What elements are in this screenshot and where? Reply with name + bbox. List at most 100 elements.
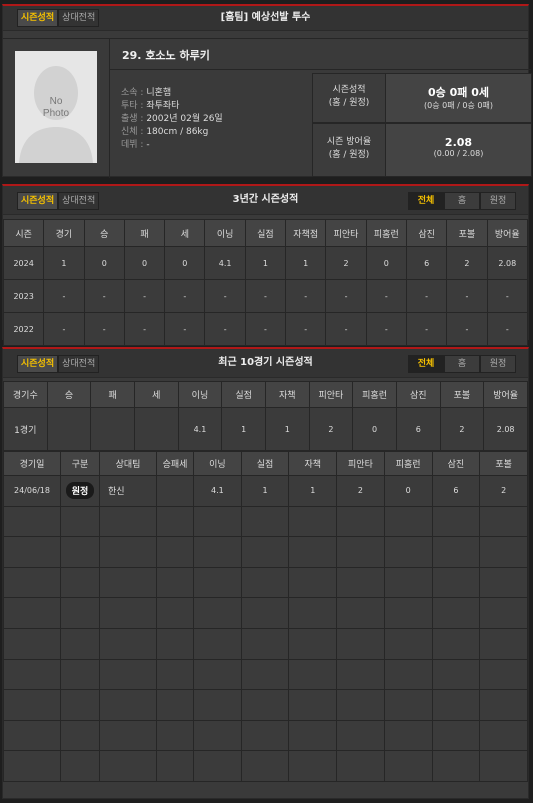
table-cell: 1 bbox=[244, 246, 287, 280]
table-cell bbox=[288, 750, 338, 782]
table-cell bbox=[383, 536, 433, 568]
column-header: 피홈런 bbox=[383, 451, 433, 476]
era-detail: (0.00 / 2.08) bbox=[433, 149, 484, 158]
table-cell: - bbox=[204, 279, 246, 313]
table-cell bbox=[479, 750, 528, 782]
table-cell bbox=[383, 658, 433, 691]
table-cell bbox=[479, 658, 528, 691]
table-cell: 1 bbox=[240, 475, 290, 507]
table-cell bbox=[193, 658, 242, 691]
table-cell bbox=[60, 750, 100, 782]
column-header: 실점 bbox=[240, 451, 290, 476]
recent-games-table: 경기일 구분 상대팀 승패세 이닝 실점 자책 피안타 피홈런 삼진 포볼 24/06/18 원정 한신… bbox=[3, 451, 528, 782]
panel-header: 시즌성적 상대전적 3년간 시즌성적 전체 홈 원정 bbox=[3, 186, 528, 215]
column-header: 경기일 bbox=[3, 451, 61, 476]
table-row bbox=[3, 505, 528, 538]
table-cell bbox=[383, 689, 433, 721]
table-cell: - bbox=[285, 312, 327, 346]
table-cell: - bbox=[365, 312, 407, 346]
table-cell bbox=[3, 597, 61, 629]
table-row: 24/06/18 원정 한신 4.1 1 1 2 0 6 2 bbox=[3, 475, 528, 507]
table-cell bbox=[336, 750, 385, 782]
column-header: 삼진 bbox=[405, 219, 448, 247]
table-cell bbox=[3, 750, 61, 782]
table-cell bbox=[336, 658, 385, 691]
filter-all[interactable]: 전체 bbox=[408, 192, 444, 210]
info-body: 신체 : 180cm / 86kg bbox=[121, 127, 209, 137]
column-header: 삼진 bbox=[431, 451, 481, 476]
table-cell bbox=[288, 689, 338, 721]
column-header: 삼진 bbox=[395, 381, 441, 408]
table-cell bbox=[288, 719, 338, 752]
column-header: 피안타 bbox=[325, 219, 367, 247]
table-cell bbox=[479, 597, 528, 629]
table-cell bbox=[431, 750, 481, 782]
table-cell bbox=[240, 597, 290, 629]
table-cell bbox=[156, 536, 194, 568]
table-cell bbox=[193, 505, 242, 538]
table-cell bbox=[99, 689, 157, 721]
player-photo: No Photo bbox=[15, 51, 97, 163]
table-cell bbox=[336, 627, 385, 660]
table-cell bbox=[240, 719, 290, 752]
table-cell bbox=[99, 536, 157, 568]
column-header: 자책 bbox=[288, 451, 338, 476]
season-record-value: 0승 0패 0세 bbox=[428, 86, 489, 99]
table-cell: 6 bbox=[405, 246, 448, 280]
table-cell bbox=[99, 750, 157, 782]
table-cell: - bbox=[486, 312, 529, 346]
table-cell bbox=[3, 627, 61, 660]
table-cell: - bbox=[405, 279, 448, 313]
table-cell bbox=[336, 536, 385, 568]
table-cell: - bbox=[43, 312, 85, 346]
era-value: 2.08 bbox=[444, 136, 473, 149]
table-row bbox=[3, 536, 528, 568]
column-header: 세 bbox=[133, 381, 179, 408]
column-header: 방어율 bbox=[486, 219, 529, 247]
table-row: 2022- - - - - - - - - - - - bbox=[2, 312, 529, 346]
filter-home[interactable]: 홈 bbox=[444, 192, 480, 210]
table-cell: - bbox=[164, 312, 206, 346]
table-cell bbox=[479, 627, 528, 660]
table-cell bbox=[431, 505, 481, 538]
column-header: 상대팀 bbox=[99, 451, 157, 476]
filter-all[interactable]: 전체 bbox=[408, 355, 444, 373]
table-cell: 0 bbox=[352, 407, 397, 451]
table-cell bbox=[479, 505, 528, 538]
table-cell bbox=[288, 536, 338, 568]
table-cell: - bbox=[244, 279, 287, 313]
table-cell bbox=[60, 505, 100, 538]
table-cell: - bbox=[486, 279, 529, 313]
table-cell: - bbox=[83, 279, 125, 313]
table-cell: - bbox=[325, 279, 367, 313]
table-cell: 1 bbox=[43, 246, 85, 280]
table-cell bbox=[383, 597, 433, 629]
column-header: 실점 bbox=[244, 219, 287, 247]
season-summary-box: 시즌성적 (홈 / 원정) 0승 0패 0세 (0승 0패 / 0승 0패) 시… bbox=[312, 73, 532, 178]
table-cell bbox=[133, 407, 179, 451]
table-cell: 2 bbox=[336, 475, 385, 507]
table-cell: 2 bbox=[446, 246, 488, 280]
location-badge: 원정 bbox=[65, 482, 95, 500]
table-cell: 2024 bbox=[2, 246, 45, 280]
column-header: 피안타 bbox=[308, 381, 354, 408]
panel-header: 시즌성적 상대전적 최근 10경기 시즌성적 전체 홈 원정 bbox=[3, 349, 528, 378]
table-cell bbox=[60, 597, 100, 629]
table-cell: 원정 bbox=[60, 475, 100, 507]
filter-away[interactable]: 원정 bbox=[480, 192, 516, 210]
filter-home[interactable]: 홈 bbox=[444, 355, 480, 373]
table-cell: 2 bbox=[308, 407, 354, 451]
table-cell bbox=[99, 658, 157, 691]
table-cell bbox=[99, 597, 157, 629]
column-header: 이닝 bbox=[177, 381, 223, 408]
table-cell bbox=[479, 719, 528, 752]
table-cell: 1 bbox=[285, 246, 327, 280]
filter-away[interactable]: 원정 bbox=[480, 355, 516, 373]
column-header: 포볼 bbox=[479, 451, 528, 476]
table-cell bbox=[156, 719, 194, 752]
table-cell bbox=[60, 536, 100, 568]
table-cell bbox=[431, 566, 481, 599]
table-cell: 1 bbox=[221, 407, 266, 451]
season-record-detail: (0승 0패 / 0승 0패) bbox=[424, 101, 493, 110]
table-cell bbox=[99, 566, 157, 599]
